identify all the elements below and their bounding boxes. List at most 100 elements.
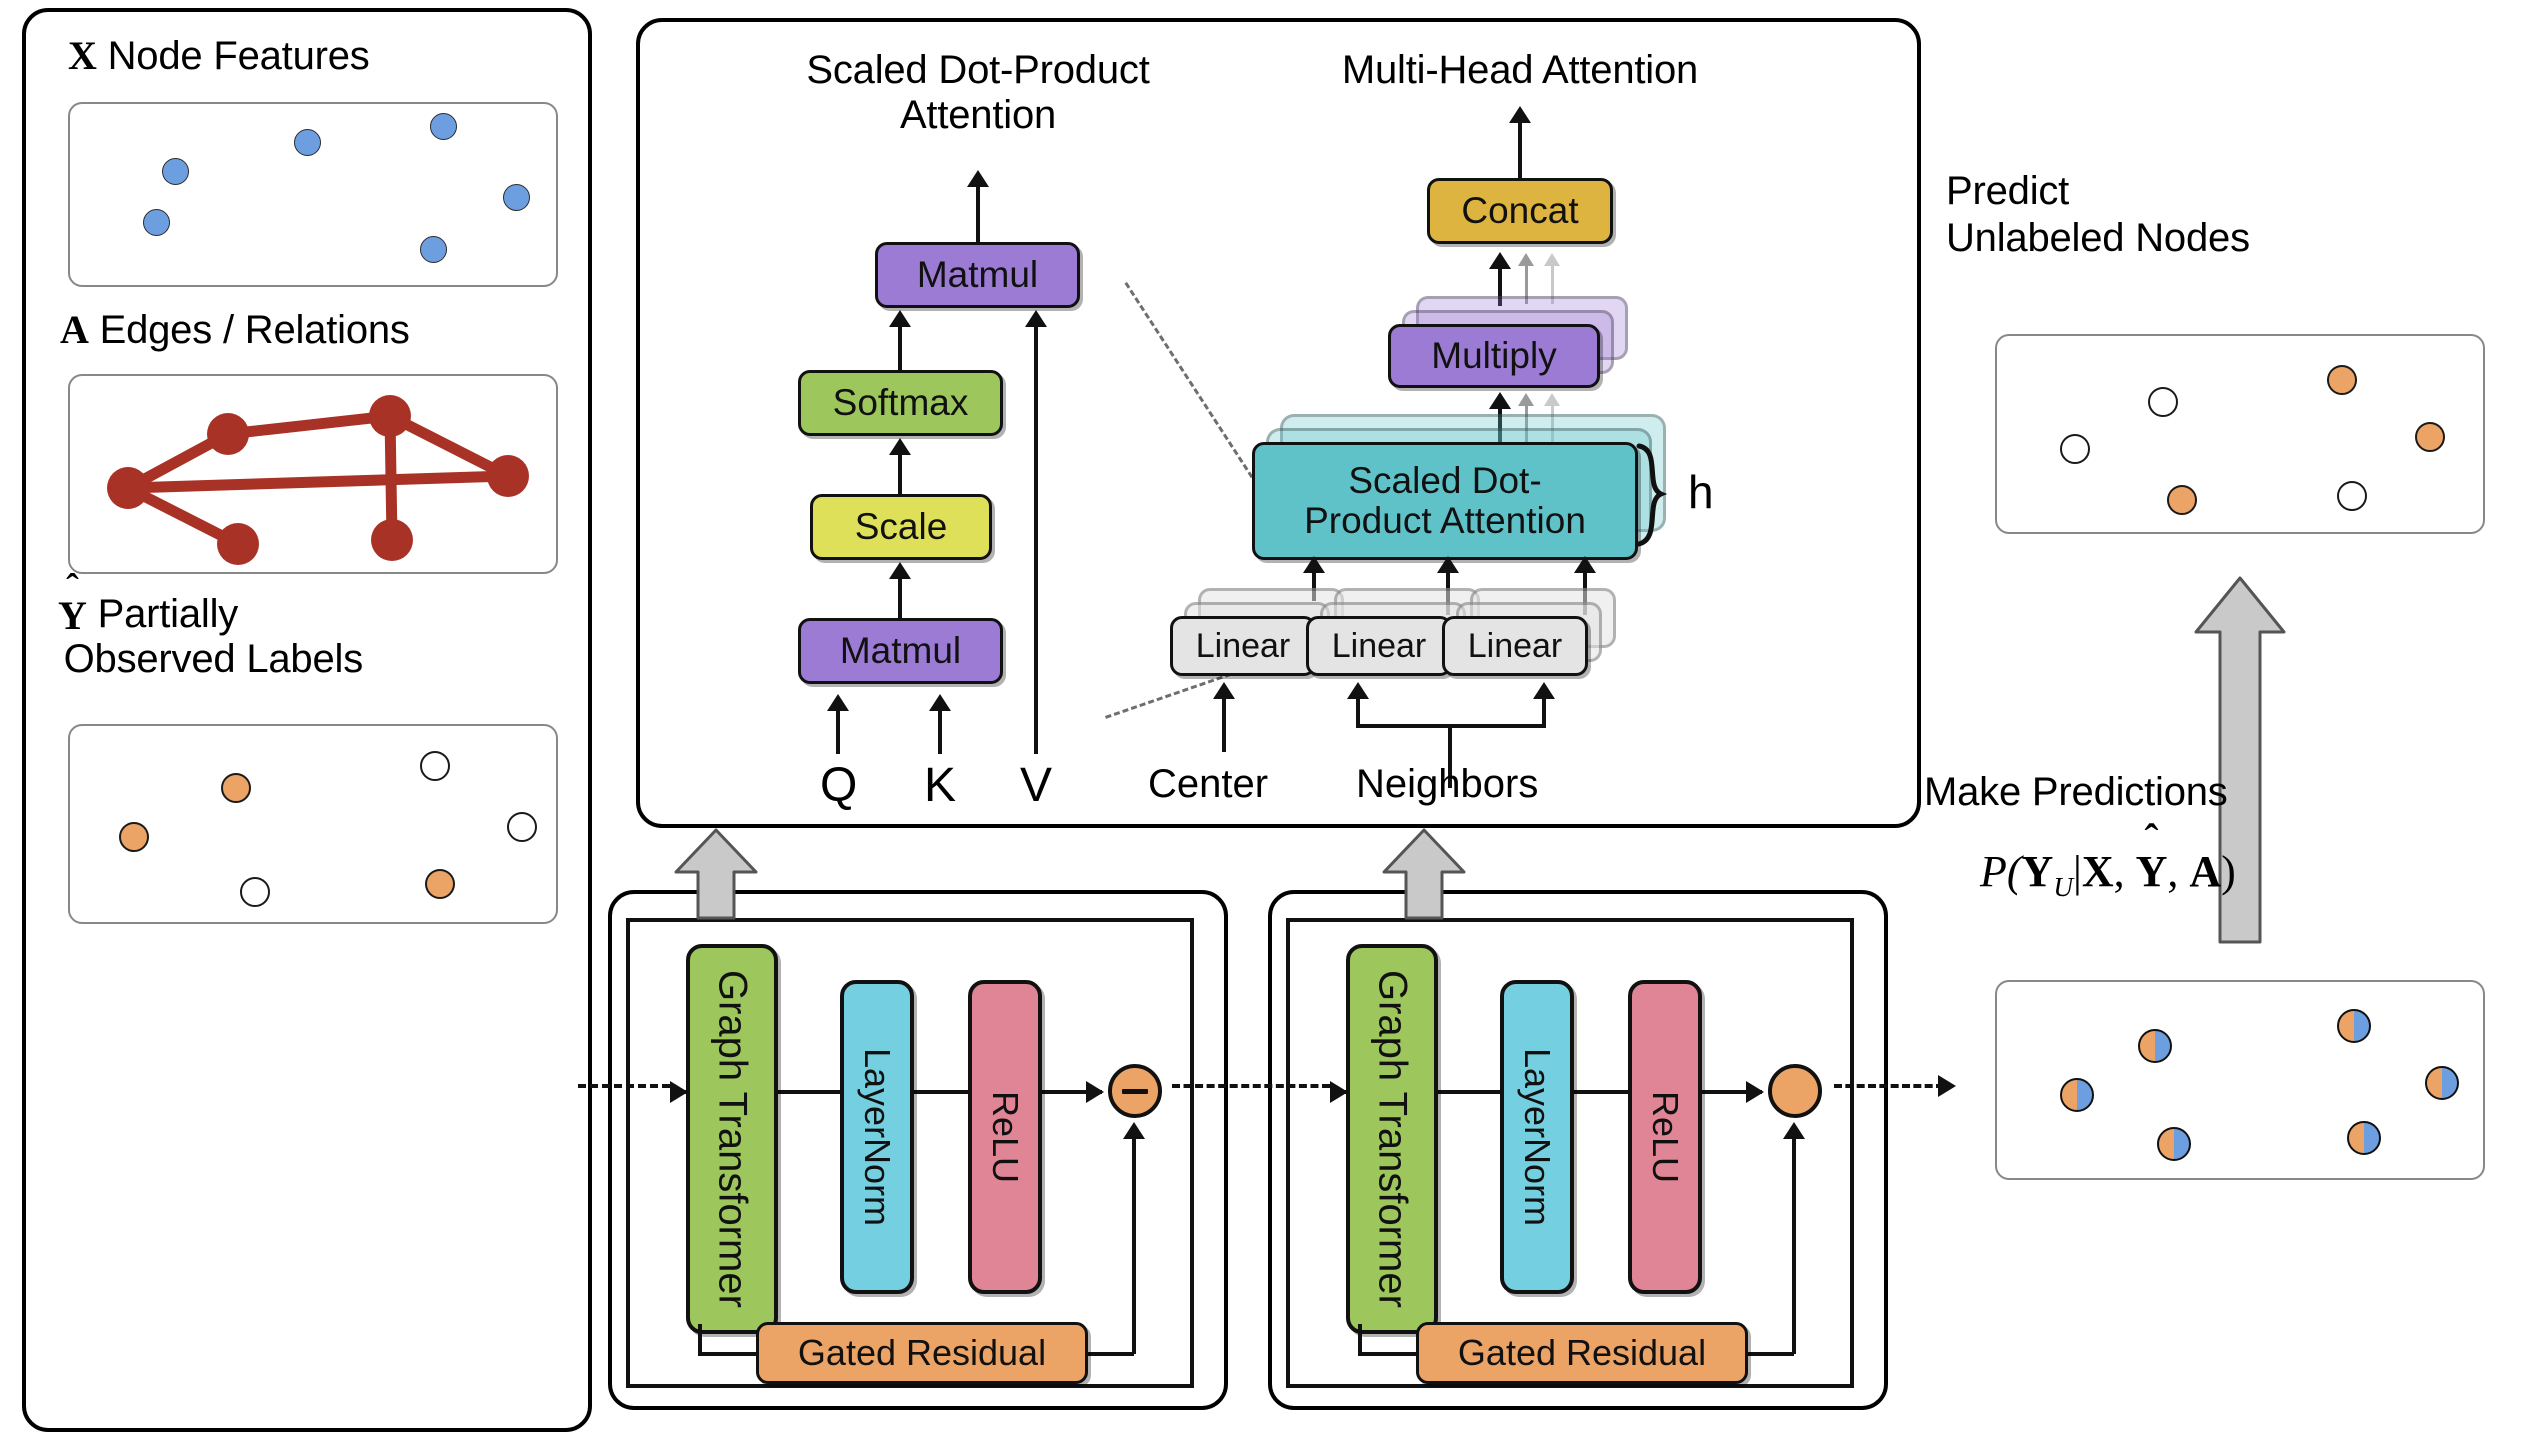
mixed-node	[2424, 1066, 2459, 1101]
heads-brace-icon	[1636, 443, 1668, 547]
multiply-to-concat-arrow-icon	[1489, 252, 1511, 269]
linear-block-key[interactable]: Linear	[1306, 616, 1452, 676]
multiply-to-concat-arrow-ghost2-icon	[1544, 253, 1560, 266]
block1-gr-right-lead	[1084, 1352, 1134, 1356]
neighbors-branch-left-arrow-icon	[1347, 682, 1369, 699]
sdpa-matmul-top-block[interactable]: Matmul	[875, 242, 1080, 308]
softmax-inlet-arrow-icon	[889, 438, 911, 455]
center-label: Center	[1148, 762, 1269, 806]
label-node-observed	[424, 869, 455, 900]
flow-dash-mid	[1172, 1084, 1330, 1088]
graph-transformer-block-1[interactable]: Graph Transformer	[686, 944, 778, 1334]
block1-relu-out-arrow-icon	[1086, 1081, 1104, 1103]
neighbors-label: Neighbors	[1356, 762, 1539, 806]
block-label: Scale	[854, 506, 948, 547]
linear2-out-arrow-icon	[1574, 556, 1596, 573]
v-arrow-icon	[1025, 310, 1047, 327]
block-label: Graph Transformer	[1370, 970, 1415, 1308]
scale-inlet	[898, 574, 902, 620]
softmax-inlet	[898, 450, 902, 496]
sdpa-teal-block[interactable]: Scaled Dot- Product Attention	[1252, 442, 1638, 560]
block1-outer-left-wire	[626, 918, 630, 1388]
feature-node	[502, 183, 530, 211]
block1-gr-left-lead	[698, 1352, 760, 1356]
feature-node	[162, 158, 190, 186]
feature-node	[419, 236, 447, 264]
relu-block-1[interactable]: ReLU	[968, 980, 1042, 1294]
label-node-unlabeled	[419, 751, 450, 782]
mixed-node	[2060, 1078, 2095, 1113]
zoom-arrow-1	[672, 828, 760, 920]
label-node-unlabeled	[240, 876, 271, 907]
mixed-node	[2137, 1029, 2172, 1064]
sdpa-teal-line2: Product Attention	[1304, 500, 1586, 541]
residual-op-circle-1	[1108, 1064, 1162, 1118]
predicted-nodes-canvas	[1995, 334, 2485, 534]
block-label: Concat	[1461, 190, 1579, 231]
predict-title-line1: Predict	[1946, 169, 2070, 213]
predicted-node-labeled	[2327, 365, 2358, 396]
sdpa-output-line	[976, 182, 980, 244]
label-node-unlabeled	[507, 812, 538, 843]
minus-icon	[1121, 1088, 1149, 1094]
block-label: LayerNorm	[1517, 1047, 1558, 1227]
block2-gr-up-to-op	[1792, 1134, 1796, 1354]
gated-residual-block-2[interactable]: Gated Residual	[1416, 1322, 1748, 1384]
formula-Y: Y	[2021, 847, 2054, 896]
feature-node	[293, 129, 321, 157]
edges-label: Edges / Relations	[99, 308, 410, 352]
relu-block-2[interactable]: ReLU	[1628, 980, 1702, 1294]
sdpa-softmax-block[interactable]: Softmax	[798, 370, 1003, 436]
edges-heading: A Edges / Relations	[60, 307, 410, 353]
block-label: Softmax	[832, 382, 969, 423]
make-predictions-label: Make Predictions	[1924, 770, 2228, 814]
neighbors-split-bar	[1356, 724, 1546, 728]
formula-given: |	[2073, 847, 2082, 896]
sdpa-matmul-bottom-block[interactable]: Matmul	[798, 618, 1003, 684]
block2-outer-bottom-wire	[1286, 1384, 1854, 1388]
prediction-formula: P(YU|X, Y, A)	[1980, 846, 2236, 903]
sdpa-teal-line1: Scaled Dot-	[1348, 460, 1542, 502]
scale-inlet-arrow-icon	[889, 562, 911, 579]
matmul-top-inlet-arrow-icon	[889, 310, 911, 327]
node-features-label: Node Features	[107, 34, 370, 78]
sdpa-to-multiply-arrow-ghost2-icon	[1544, 393, 1560, 406]
block-label: LayerNorm	[857, 1047, 898, 1227]
multiply-block[interactable]: Multiply	[1388, 324, 1600, 388]
heads-count-label: h	[1688, 466, 1714, 518]
predicted-node-unlabeled	[2147, 386, 2178, 417]
block1-gr-op-arrow-icon	[1123, 1122, 1145, 1139]
graph-svg	[107, 395, 529, 565]
gated-residual-block-1[interactable]: Gated Residual	[756, 1322, 1088, 1384]
mha-output-line	[1518, 118, 1522, 180]
partial-labels-line1: Partially	[97, 592, 239, 636]
partial-labels-canvas	[68, 724, 558, 924]
block2-relu-out-arrow-icon	[1746, 1081, 1764, 1103]
sdpa-title: Scaled Dot-Product Attention	[758, 48, 1198, 138]
block2-outer-left-wire	[1286, 918, 1290, 1388]
block2-outer-top-wire	[1286, 918, 1854, 922]
flow-out-arrow-icon	[1938, 1075, 1956, 1097]
block1-outer-bottom-wire	[626, 1384, 1194, 1388]
linear0-out-arrow-icon	[1303, 556, 1325, 573]
mha-output-arrow-icon	[1509, 106, 1531, 123]
sdpa-scale-block[interactable]: Scale	[810, 494, 992, 560]
center-feed-line	[1222, 694, 1226, 752]
concat-block[interactable]: Concat	[1427, 178, 1613, 244]
linear-block-value[interactable]: Linear	[1442, 616, 1588, 676]
formula-X: X	[2081, 847, 2114, 896]
block-label: Matmul	[916, 254, 1039, 295]
mixed-node	[2346, 1121, 2381, 1156]
layernorm-block-1[interactable]: LayerNorm	[840, 980, 914, 1294]
v-line	[1034, 322, 1038, 754]
matmul-top-inlet	[898, 322, 902, 372]
q-arrow-icon	[827, 694, 849, 711]
graph-transformer-block-2[interactable]: Graph Transformer	[1346, 944, 1438, 1334]
block-label: Matmul	[839, 630, 962, 671]
k-line	[938, 706, 942, 754]
formula-Y-subscript: U	[2053, 871, 2074, 902]
layernorm-block-2[interactable]: LayerNorm	[1500, 980, 1574, 1294]
linear-block-center[interactable]: Linear	[1170, 616, 1316, 676]
block-label: Linear	[1467, 626, 1563, 665]
block-label: ReLU	[985, 1090, 1026, 1184]
